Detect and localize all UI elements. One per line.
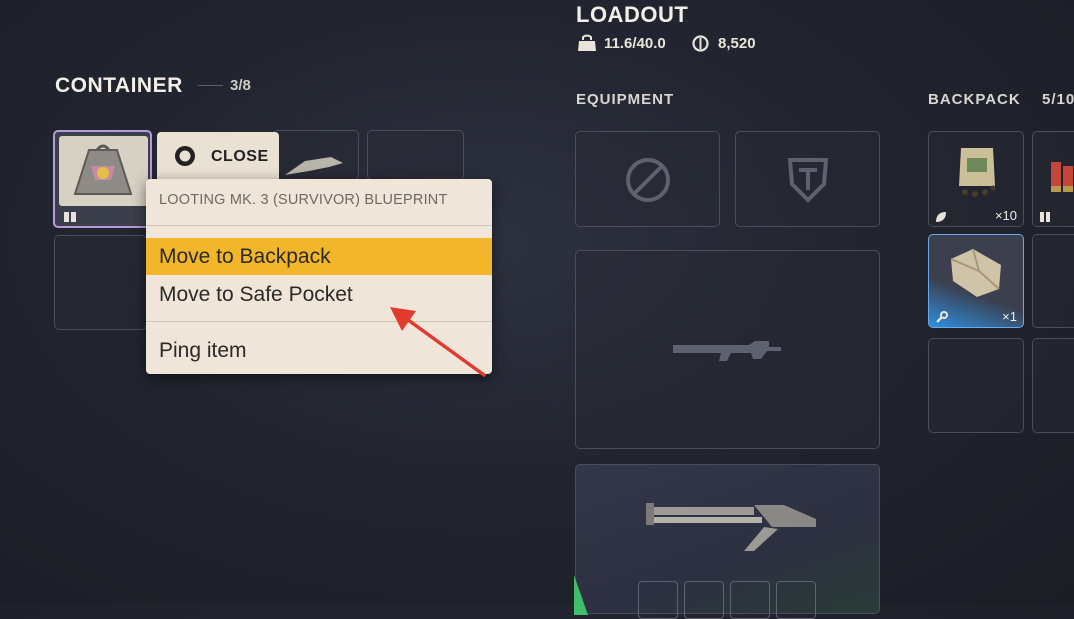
context-menu-header: LOOTING MK. 3 (SURVIVOR) BLUEPRINT (159, 192, 448, 208)
shells-icon (1051, 162, 1073, 192)
backpack-slot-4[interactable] (1032, 234, 1074, 328)
backpack-title: BACKPACK (928, 91, 1021, 108)
circle-button-icon (173, 144, 197, 168)
container-slot-4[interactable] (54, 235, 147, 330)
annotation-arrow (390, 307, 486, 377)
weapon-part-icon (285, 157, 343, 175)
bandage-roll-icon (950, 248, 1001, 297)
attachment-slot-2[interactable] (684, 581, 724, 619)
currency-value: 8,520 (718, 35, 756, 52)
equipped-indicator (574, 575, 588, 615)
context-menu-divider (146, 225, 492, 226)
container-slot-blueprint[interactable] (53, 130, 152, 228)
seed-pouch-icon (959, 148, 996, 197)
attachment-slot-4[interactable] (776, 581, 816, 619)
ammo-icon (1039, 210, 1051, 222)
container-title: CONTAINER (55, 74, 183, 97)
close-button[interactable]: CLOSE (157, 132, 279, 180)
backpack-slot-6[interactable] (1032, 338, 1074, 433)
rifle-silhouette-icon (673, 341, 781, 361)
move-to-backpack-option[interactable]: Move to Backpack (146, 238, 492, 275)
backpack-slot-2[interactable] (1032, 131, 1074, 227)
container-count: 3/8 (230, 77, 251, 94)
backpack-slot-3[interactable]: ×1 (928, 234, 1024, 328)
weight-icon (577, 34, 597, 52)
backpack-slot-5[interactable] (928, 338, 1024, 433)
blueprint-icon (73, 144, 133, 195)
close-button-label: CLOSE (211, 148, 269, 165)
book-icon (63, 210, 77, 222)
loadout-title: LOADOUT (576, 2, 689, 27)
equipment-slot-empty[interactable] (575, 131, 720, 227)
equipment-slot-shield[interactable] (735, 131, 880, 227)
shotgun-icon (646, 503, 816, 551)
wrench-icon (935, 311, 948, 324)
weapon-slot-2[interactable] (574, 464, 880, 619)
backpack-slot-1[interactable]: ×10 (928, 131, 1024, 227)
prohibited-icon (626, 158, 670, 202)
leaf-icon (935, 210, 947, 222)
coin-icon (692, 35, 709, 52)
item-quantity: ×10 (994, 208, 1017, 223)
container-divider (198, 85, 223, 86)
attachment-slot-3[interactable] (730, 581, 770, 619)
container-slot-2[interactable] (272, 130, 359, 180)
container-slot-3[interactable] (367, 130, 464, 180)
backpack-count: 5/10 (1042, 91, 1074, 108)
item-quantity: ×1 (1002, 309, 1017, 324)
weight-value: 11.6/40.0 (604, 35, 666, 52)
attachment-slot-1[interactable] (638, 581, 678, 619)
equipment-title: EQUIPMENT (576, 91, 675, 108)
shield-icon (787, 158, 829, 203)
blueprint-item-image (59, 136, 148, 206)
weapon-slot-1[interactable] (575, 250, 880, 449)
